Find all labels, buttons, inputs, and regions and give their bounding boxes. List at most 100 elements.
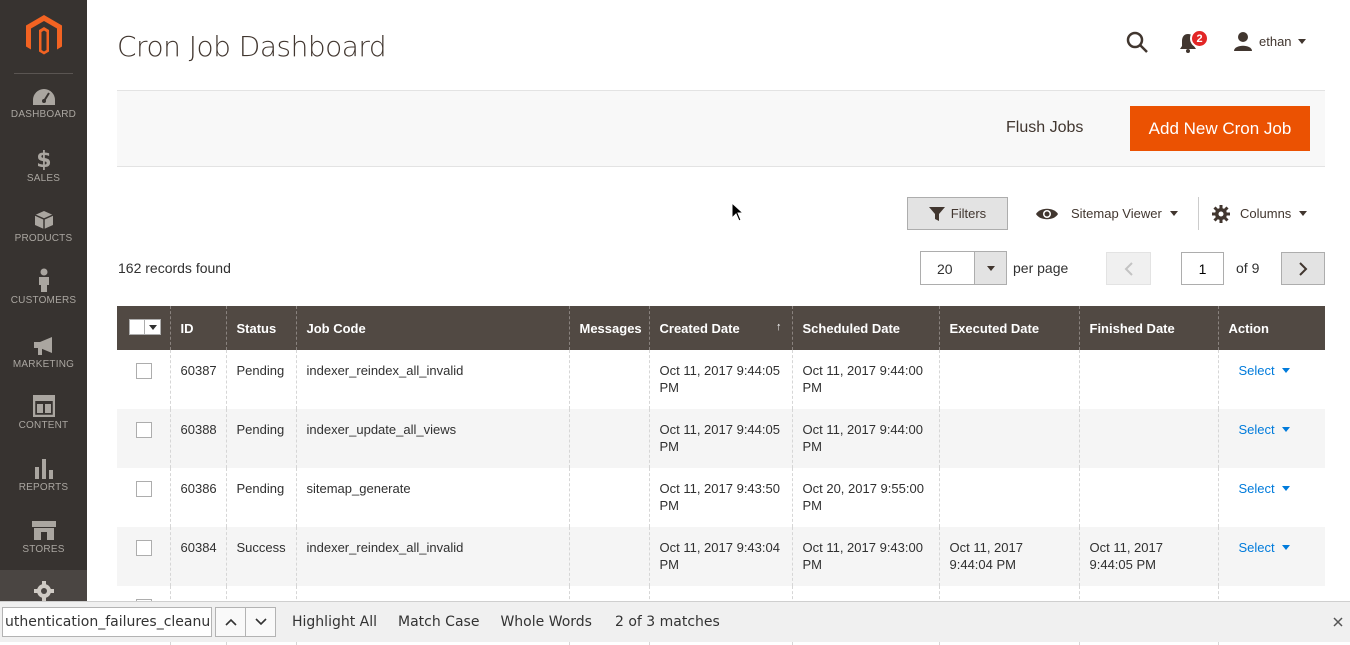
created-date-label: Created Date bbox=[659, 320, 740, 336]
row-select-cell bbox=[117, 468, 170, 527]
chevron-down-icon bbox=[986, 265, 995, 271]
per-page-select[interactable]: 20 bbox=[920, 251, 1007, 285]
browser-find-bar: uthentication_failures_cleanup Highlight… bbox=[0, 601, 1350, 642]
next-page-button[interactable] bbox=[1281, 252, 1325, 285]
page-total: of 9 bbox=[1236, 260, 1260, 276]
column-header-executed-date[interactable]: Executed Date bbox=[938, 306, 1079, 350]
cell-job-code: indexer_reindex_all_invalid bbox=[295, 350, 569, 409]
column-header-job-code[interactable]: Job Code bbox=[295, 306, 569, 350]
action-select-label: Select bbox=[1238, 540, 1275, 555]
row-checkbox[interactable] bbox=[136, 481, 152, 497]
sidebar-item-content[interactable]: CONTENT bbox=[0, 395, 87, 457]
svg-text:$: $ bbox=[37, 148, 51, 170]
highlight-all-toggle[interactable]: Highlight All bbox=[292, 614, 377, 630]
sidebar-item-reports[interactable]: REPORTS bbox=[0, 457, 87, 519]
row-select-cell bbox=[117, 409, 170, 468]
magento-logo[interactable] bbox=[0, 0, 87, 72]
chevron-down-icon bbox=[254, 618, 267, 626]
per-page-toggle[interactable] bbox=[974, 252, 1006, 284]
mass-select-box[interactable] bbox=[130, 320, 145, 334]
match-case-toggle[interactable]: Match Case bbox=[398, 614, 479, 630]
action-select-label: Select bbox=[1238, 422, 1275, 437]
sidebar-item-label: DASHBOARD bbox=[10, 109, 77, 120]
chevron-down-icon bbox=[1297, 38, 1306, 44]
mouse-cursor-icon bbox=[731, 202, 745, 222]
sort-ascending-icon: ↑ bbox=[776, 320, 782, 333]
sidebar-item-label: CUSTOMERS bbox=[10, 295, 77, 306]
grid-header-row: ID Status Job Code Messages Created Date… bbox=[117, 306, 1325, 350]
sidebar-item-dashboard[interactable]: DASHBOARD bbox=[0, 88, 87, 150]
sidebar-item-sales[interactable]: $ SALES bbox=[0, 148, 87, 210]
cell-finished-date bbox=[1078, 409, 1218, 468]
column-header-scheduled-date[interactable]: Scheduled Date bbox=[791, 306, 939, 350]
row-action-select[interactable]: Select bbox=[1229, 421, 1316, 438]
row-checkbox[interactable] bbox=[136, 363, 152, 379]
cell-status: Pending bbox=[225, 468, 296, 527]
add-new-cron-job-button[interactable]: Add New Cron Job bbox=[1130, 106, 1310, 151]
columns-dropdown[interactable]: Columns bbox=[1212, 197, 1308, 230]
find-input[interactable]: uthentication_failures_cleanup bbox=[2, 607, 212, 637]
user-menu[interactable]: ethan bbox=[1233, 30, 1306, 52]
table-row[interactable]: 60386 Pending sitemap_generate Oct 11, 2… bbox=[117, 468, 1325, 527]
flush-jobs-button[interactable]: Flush Jobs bbox=[1006, 119, 1083, 137]
sidebar-item-label: REPORTS bbox=[18, 482, 69, 493]
column-header-created-date[interactable]: Created Date ↑ bbox=[648, 306, 792, 350]
row-select-cell bbox=[117, 350, 170, 409]
sidebar-item-products[interactable]: PRODUCTS bbox=[0, 210, 87, 272]
filters-label: Filters bbox=[950, 206, 987, 221]
sidebar-item-marketing[interactable]: MARKETING bbox=[0, 336, 87, 398]
cell-job-code: indexer_update_all_views bbox=[295, 409, 569, 468]
page-title: Cron Job Dashboard bbox=[117, 30, 387, 63]
chevron-right-icon bbox=[1299, 261, 1308, 276]
header-mass-select[interactable] bbox=[117, 306, 170, 350]
admin-sidebar: DASHBOARD $ SALES PRODUCTS CUSTOMERS MAR… bbox=[0, 0, 87, 642]
row-action-select[interactable]: Select bbox=[1229, 480, 1316, 497]
cron-jobs-grid: ID Status Job Code Messages Created Date… bbox=[117, 306, 1325, 645]
previous-page-button[interactable] bbox=[1106, 252, 1151, 285]
row-select-cell bbox=[117, 527, 170, 586]
cell-action: Select bbox=[1217, 350, 1325, 409]
sidebar-item-customers[interactable]: CUSTOMERS bbox=[0, 268, 87, 330]
find-next-button[interactable] bbox=[245, 607, 276, 637]
column-header-id[interactable]: ID bbox=[169, 306, 226, 350]
row-checkbox[interactable] bbox=[136, 422, 152, 438]
current-page-input[interactable] bbox=[1181, 252, 1224, 285]
find-match-status: 2 of 3 matches bbox=[614, 614, 720, 630]
column-header-finished-date[interactable]: Finished Date bbox=[1078, 306, 1218, 350]
cell-status: Pending bbox=[225, 409, 296, 468]
row-action-select[interactable]: Select bbox=[1229, 362, 1316, 379]
view-bookmarks-dropdown[interactable]: Sitemap Viewer bbox=[1035, 197, 1178, 230]
row-action-select[interactable]: Select bbox=[1229, 539, 1316, 556]
cell-id: 60388 bbox=[169, 409, 226, 468]
column-header-messages[interactable]: Messages bbox=[568, 306, 649, 350]
megaphone-icon bbox=[33, 337, 52, 355]
user-icon bbox=[1234, 32, 1252, 51]
username: ethan bbox=[1259, 33, 1292, 49]
column-header-status[interactable]: Status bbox=[225, 306, 296, 350]
table-row[interactable]: 60387 Pending indexer_reindex_all_invali… bbox=[117, 350, 1325, 409]
cell-messages bbox=[568, 468, 649, 527]
row-checkbox[interactable] bbox=[136, 540, 152, 556]
column-header-action: Action bbox=[1217, 306, 1325, 350]
table-row[interactable]: 60388 Pending indexer_update_all_views O… bbox=[117, 409, 1325, 468]
sidebar-item-label: SALES bbox=[26, 173, 61, 184]
cell-executed-date bbox=[938, 409, 1079, 468]
cube-icon bbox=[34, 211, 53, 229]
search-icon[interactable] bbox=[1125, 30, 1149, 54]
cell-finished-date: Oct 11, 2017 9:44:05 PM bbox=[1078, 527, 1218, 586]
mass-select-checkbox[interactable] bbox=[129, 319, 161, 335]
filters-button[interactable]: Filters bbox=[907, 197, 1008, 230]
cell-finished-date bbox=[1078, 468, 1218, 527]
find-previous-button[interactable] bbox=[215, 607, 246, 637]
cell-id: 60387 bbox=[169, 350, 226, 409]
page-actions-bar: Flush Jobs Add New Cron Job bbox=[117, 90, 1325, 167]
whole-words-toggle[interactable]: Whole Words bbox=[500, 614, 592, 630]
close-icon[interactable] bbox=[1333, 617, 1343, 627]
cell-action: Select bbox=[1217, 527, 1325, 586]
chevron-down-icon bbox=[1281, 368, 1290, 373]
per-page-label: per page bbox=[1013, 260, 1069, 276]
main-content: Cron Job Dashboard 2 ethan Flush Jobs Ad… bbox=[87, 0, 1350, 645]
cell-executed-date bbox=[938, 350, 1079, 409]
mass-select-toggle[interactable] bbox=[145, 320, 160, 334]
table-row[interactable]: 60384 Success indexer_reindex_all_invali… bbox=[117, 527, 1325, 586]
